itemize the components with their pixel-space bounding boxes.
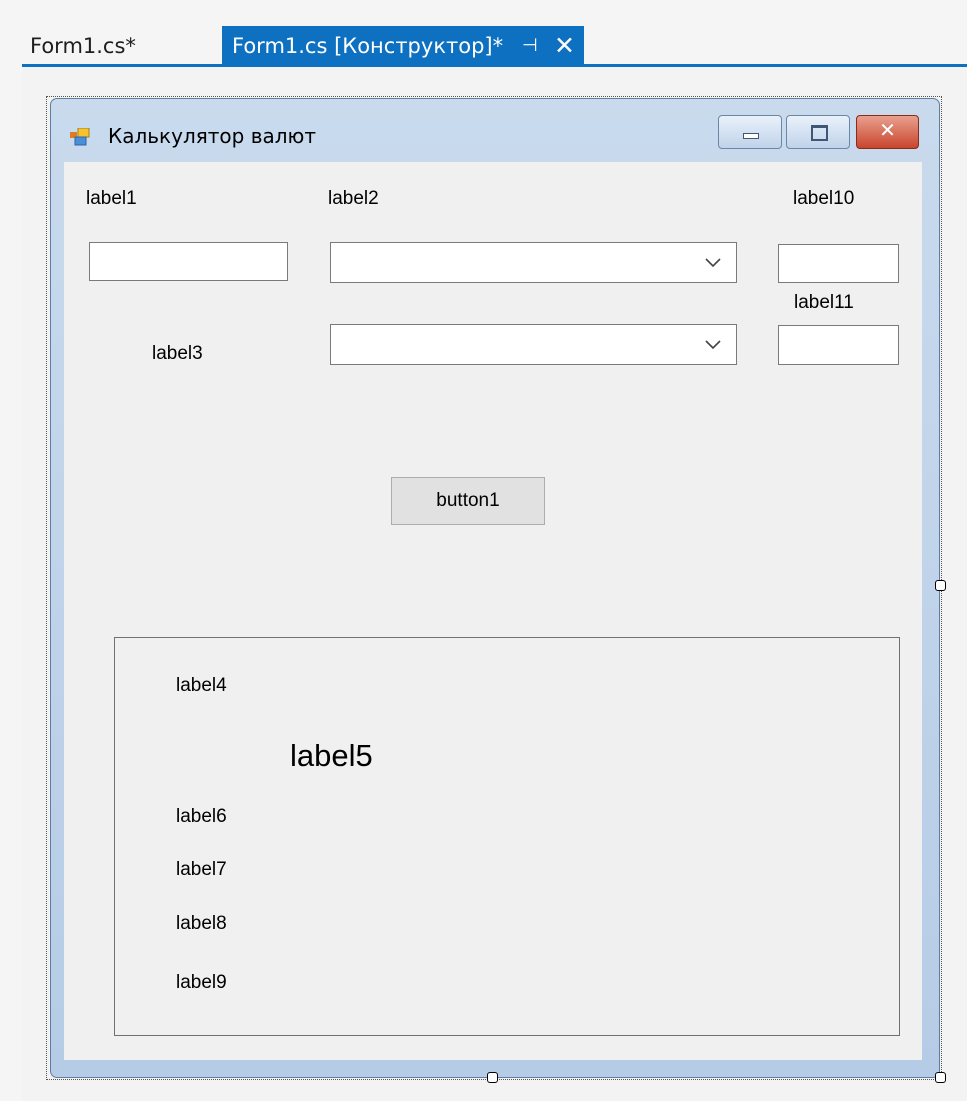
combo2[interactable] (330, 324, 737, 365)
label2: label2 (328, 188, 379, 209)
combo1[interactable] (330, 242, 737, 283)
textbox1[interactable] (89, 242, 288, 281)
button1[interactable]: button1 (391, 477, 545, 525)
tab-form1-designer[interactable]: Form1.cs [Конструктор]* ⊣ ✕ (222, 26, 584, 66)
tab-form1-code[interactable]: Form1.cs* (22, 26, 217, 66)
label9: label9 (176, 972, 227, 993)
document-tab-strip: Form1.cs* Form1.cs [Конструктор]* ⊣ ✕ (0, 0, 967, 68)
close-x-icon: ✕ (879, 118, 896, 142)
label10: label10 (793, 188, 855, 209)
close-button[interactable]: ✕ (856, 115, 919, 149)
resize-handle-right[interactable] (935, 580, 946, 591)
pin-icon[interactable]: ⊣ (522, 26, 538, 66)
maximize-icon (811, 125, 828, 141)
result-panel (114, 637, 900, 1036)
chevron-down-icon (705, 258, 721, 268)
resize-handle-bottom[interactable] (487, 1072, 498, 1083)
minimize-icon (743, 133, 759, 139)
minimize-button[interactable] (718, 115, 782, 149)
tab-form1-code-label: Form1.cs* (30, 34, 136, 58)
label1: label1 (86, 188, 137, 209)
form-title: Калькулятор валют (108, 124, 316, 148)
textbox3[interactable] (778, 325, 899, 365)
tab-form1-designer-label: Form1.cs [Конструктор]* (232, 34, 504, 58)
chevron-down-icon (705, 340, 721, 350)
form-title-text: Калькулятор валют (108, 124, 317, 148)
label6: label6 (176, 806, 227, 827)
button1-label: button1 (436, 490, 500, 511)
label11: label11 (794, 292, 854, 313)
label3: label3 (152, 343, 203, 364)
form-icon (70, 128, 90, 146)
label5: label5 (290, 738, 373, 773)
label8: label8 (176, 913, 227, 934)
resize-handle-corner[interactable] (935, 1072, 946, 1083)
label7: label7 (176, 859, 227, 880)
label4: label4 (176, 675, 227, 696)
maximize-button[interactable] (786, 115, 850, 149)
close-icon[interactable]: ✕ (554, 26, 575, 66)
textbox2[interactable] (778, 244, 899, 283)
